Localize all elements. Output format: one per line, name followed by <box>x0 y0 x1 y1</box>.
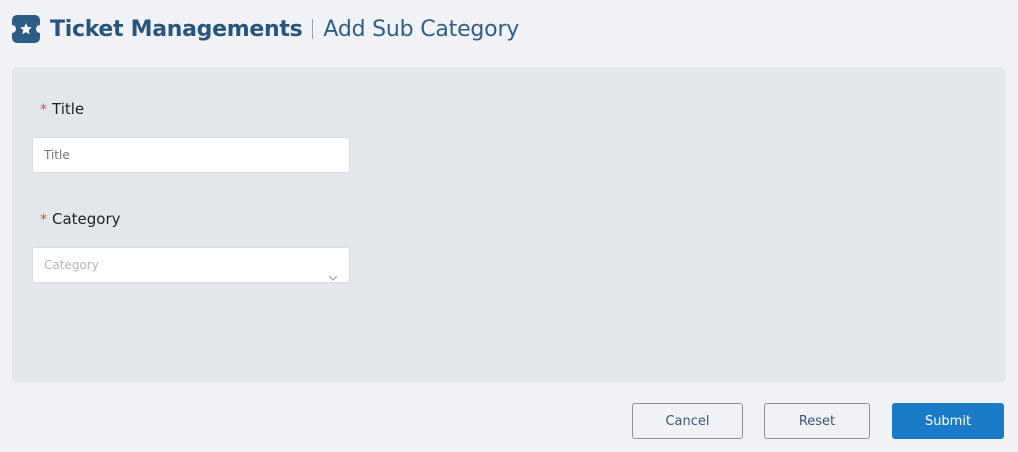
category-label-text: Category <box>52 210 121 228</box>
form-panel: * Title * Category Category <box>12 67 1006 383</box>
reset-button[interactable]: Reset <box>764 403 870 439</box>
category-select[interactable]: Category <box>32 247 350 283</box>
category-placeholder: Category <box>44 258 99 272</box>
required-mark: * <box>40 212 47 228</box>
app-title: Ticket Managements <box>50 16 303 42</box>
required-mark: * <box>40 102 47 118</box>
title-label: * Title <box>40 100 84 118</box>
page-header: Ticket Managements Add Sub Category <box>10 14 520 44</box>
category-label: * Category <box>40 210 121 228</box>
title-separator <box>312 19 314 39</box>
ticket-star-icon <box>10 15 42 43</box>
title-input[interactable] <box>32 137 350 173</box>
submit-button[interactable]: Submit <box>892 403 1004 439</box>
page-title: Add Sub Category <box>323 16 520 42</box>
title-label-text: Title <box>52 100 85 118</box>
chevron-down-icon <box>328 261 338 295</box>
cancel-button[interactable]: Cancel <box>632 403 743 439</box>
